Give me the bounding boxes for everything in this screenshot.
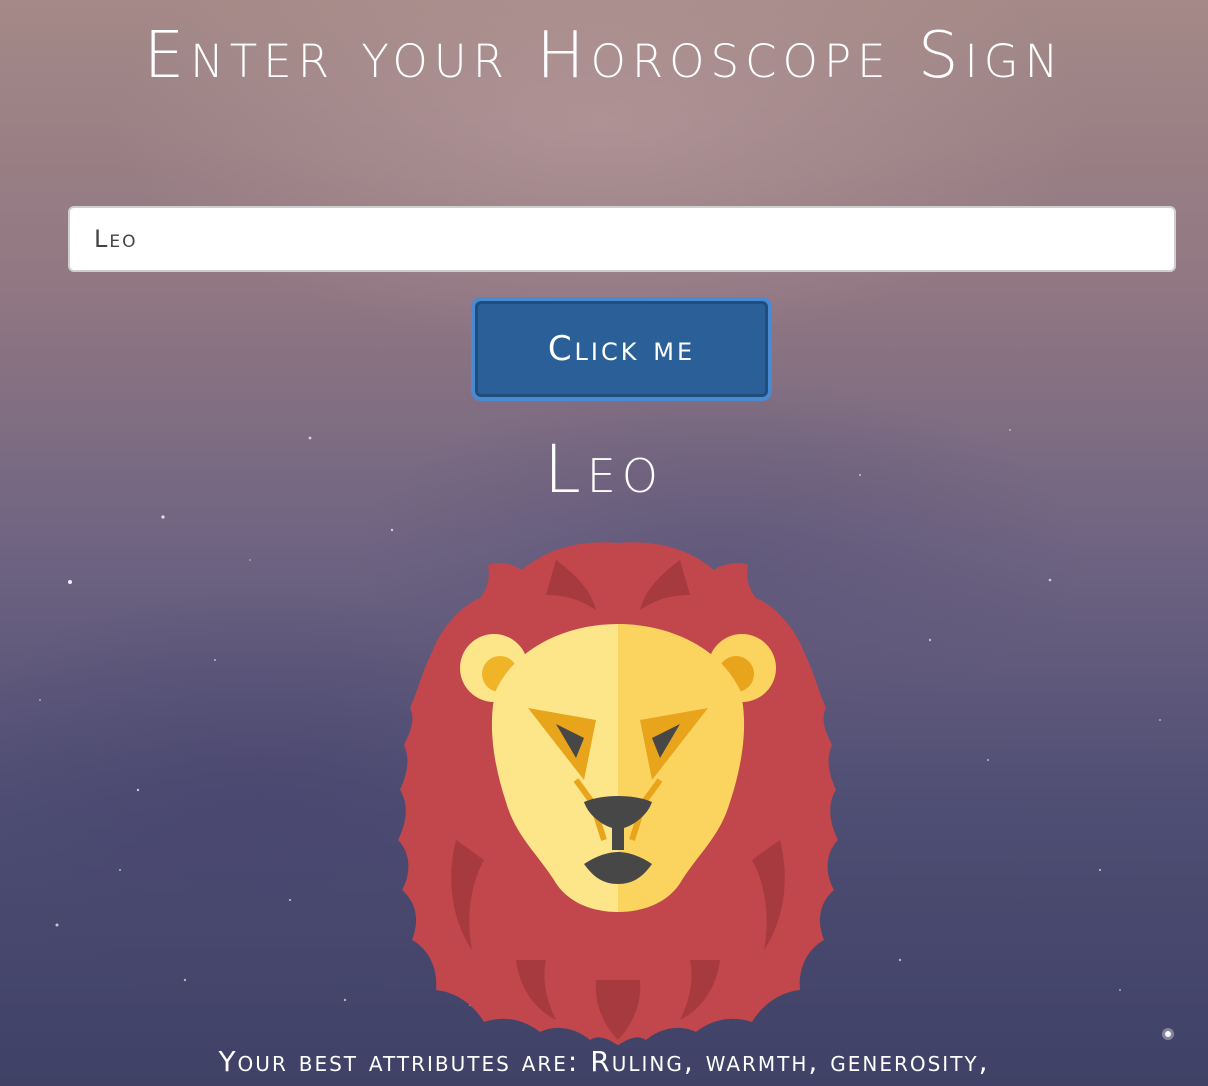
click-me-button[interactable]: Click me (475, 301, 768, 397)
lion-icon (398, 542, 838, 1045)
horoscope-sign-input[interactable] (68, 206, 1176, 272)
result-sign-name: Leo (543, 431, 665, 508)
page-container: Enter your Horoscope Sign Click me Leo (0, 0, 1208, 1086)
page-title: Enter your Horoscope Sign (143, 19, 1065, 93)
attributes-text: Your best attributes are: Ruling, warmth… (218, 1045, 990, 1078)
